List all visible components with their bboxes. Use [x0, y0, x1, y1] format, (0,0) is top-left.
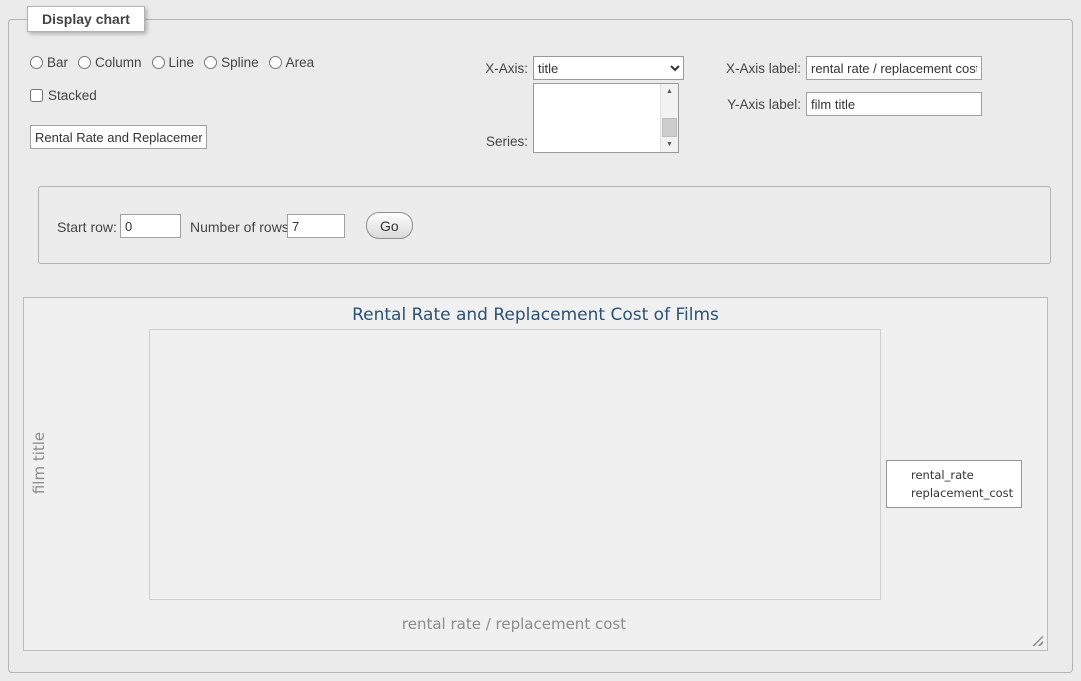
chart-container: Rental Rate and Replacement Cost of Film…	[23, 297, 1048, 651]
chart-type-option-area[interactable]: Area	[269, 55, 315, 70]
y-axis-title: film title	[30, 432, 48, 494]
chart-type-label: Bar	[47, 55, 68, 70]
legend-label: replacement_cost	[911, 486, 1013, 500]
chart-type-option-bar[interactable]: Bar	[30, 55, 68, 70]
legend-label: rental_rate	[911, 468, 974, 482]
chart-type-radio-bar[interactable]	[30, 56, 43, 69]
series-listbox-options	[534, 84, 661, 152]
chart-type-label: Line	[169, 55, 195, 70]
chart-type-radio-group: Bar Column Line Spline Area	[30, 55, 314, 70]
stacked-label: Stacked	[48, 88, 97, 103]
stacked-checkbox[interactable]	[30, 89, 43, 102]
y-axis-label-input[interactable]	[806, 92, 982, 116]
chart-type-radio-column[interactable]	[78, 56, 91, 69]
stacked-option[interactable]: Stacked	[30, 88, 97, 103]
scroll-up-icon[interactable]: ▲	[661, 84, 678, 99]
y-axis-label-field-label: Y-Axis label:	[691, 97, 801, 112]
chart-type-label: Spline	[221, 55, 259, 70]
chart-type-radio-line[interactable]	[152, 56, 165, 69]
chart-type-radio-area[interactable]	[269, 56, 282, 69]
scroll-down-icon[interactable]: ▼	[661, 137, 678, 152]
series-listbox-label: Series:	[430, 134, 528, 149]
go-button[interactable]: Go	[366, 212, 413, 239]
x-axis-title: rental rate / replacement cost	[149, 615, 879, 633]
start-row-input[interactable]	[120, 214, 181, 238]
series-listbox[interactable]: ▲ ▼	[533, 83, 679, 153]
chart-type-label: Area	[286, 55, 315, 70]
legend-item-replacement-cost[interactable]: replacement_cost	[893, 484, 1013, 502]
resize-grip-icon[interactable]	[1032, 635, 1043, 646]
chart-title: Rental Rate and Replacement Cost of Film…	[24, 305, 1047, 325]
chart-type-option-spline[interactable]: Spline	[204, 55, 259, 70]
display-chart-page: Display chart Bar Column Line Spline Are…	[0, 0, 1081, 681]
chart-title-input[interactable]	[30, 125, 207, 149]
series-listbox-scrollbar[interactable]: ▲ ▼	[660, 84, 678, 152]
x-axis-label-input[interactable]	[806, 56, 982, 80]
num-rows-input[interactable]	[287, 214, 345, 238]
fieldset-legend: Display chart	[27, 6, 145, 32]
x-axis-select[interactable]: title	[533, 56, 684, 80]
x-axis-label-field-label: X-Axis label:	[691, 61, 801, 76]
chart-type-option-line[interactable]: Line	[152, 55, 195, 70]
start-row-label: Start row:	[57, 219, 117, 235]
chart-type-radio-spline[interactable]	[204, 56, 217, 69]
scrollbar-thumb[interactable]	[662, 118, 677, 137]
legend-item-rental-rate[interactable]: rental_rate	[893, 466, 1013, 484]
chart-legend: rental_rate replacement_cost	[886, 460, 1022, 508]
chart-type-label: Column	[95, 55, 142, 70]
chart-type-option-column[interactable]: Column	[78, 55, 142, 70]
plot-area	[149, 329, 881, 600]
legend-swatch	[893, 469, 905, 481]
legend-swatch	[893, 487, 905, 499]
x-axis-select-label: X-Axis:	[430, 61, 528, 76]
num-rows-label: Number of rows:	[190, 219, 293, 235]
